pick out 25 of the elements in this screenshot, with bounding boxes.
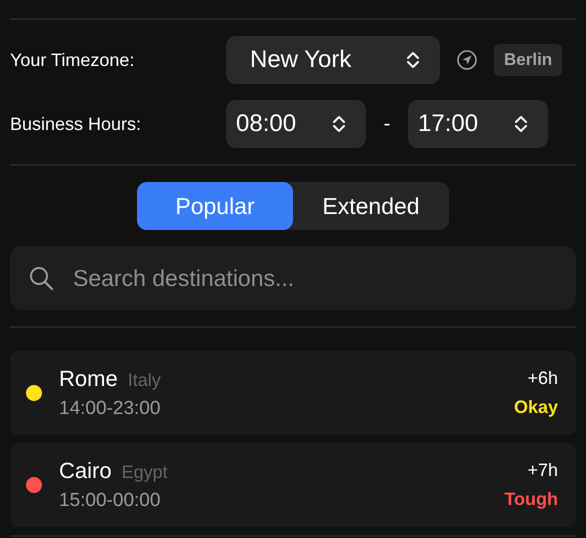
chevron-updown-icon [332,114,346,134]
chevron-updown-icon [514,114,528,134]
rating-label: Okay [514,397,558,418]
time-offset: +6h [527,368,558,389]
rating-label: Tough [504,489,558,510]
end-time-select[interactable]: 17:00 [408,100,548,148]
start-time-select[interactable]: 08:00 [226,100,366,148]
range-separator: - [382,112,392,136]
timezone-label: Your Timezone: [10,50,136,70]
tab[interactable]: Popular [137,182,293,230]
local-hours: 15:00-00:00 [59,490,162,512]
city-name: Rome [59,366,118,392]
tab[interactable]: Extended [293,182,449,230]
country-name: Italy [128,370,161,391]
timezone-select[interactable]: New York [226,36,440,84]
city-name: Cairo [59,458,112,484]
destination-card[interactable]: Rome Italy 14:00-23:00 +6h Okay [10,351,576,435]
time-offset: +7h [527,460,558,481]
search-field[interactable]: Search destinations... [10,246,576,310]
chevron-updown-icon [406,50,420,70]
destination-card[interactable]: Cairo Egypt 15:00-00:00 +7h Tough [10,443,576,527]
business-hours-label: Business Hours: [10,114,142,134]
local-hours: 14:00-23:00 [59,398,162,420]
country-name: Egypt [122,462,168,483]
home-city-button[interactable]: Berlin [494,44,562,76]
